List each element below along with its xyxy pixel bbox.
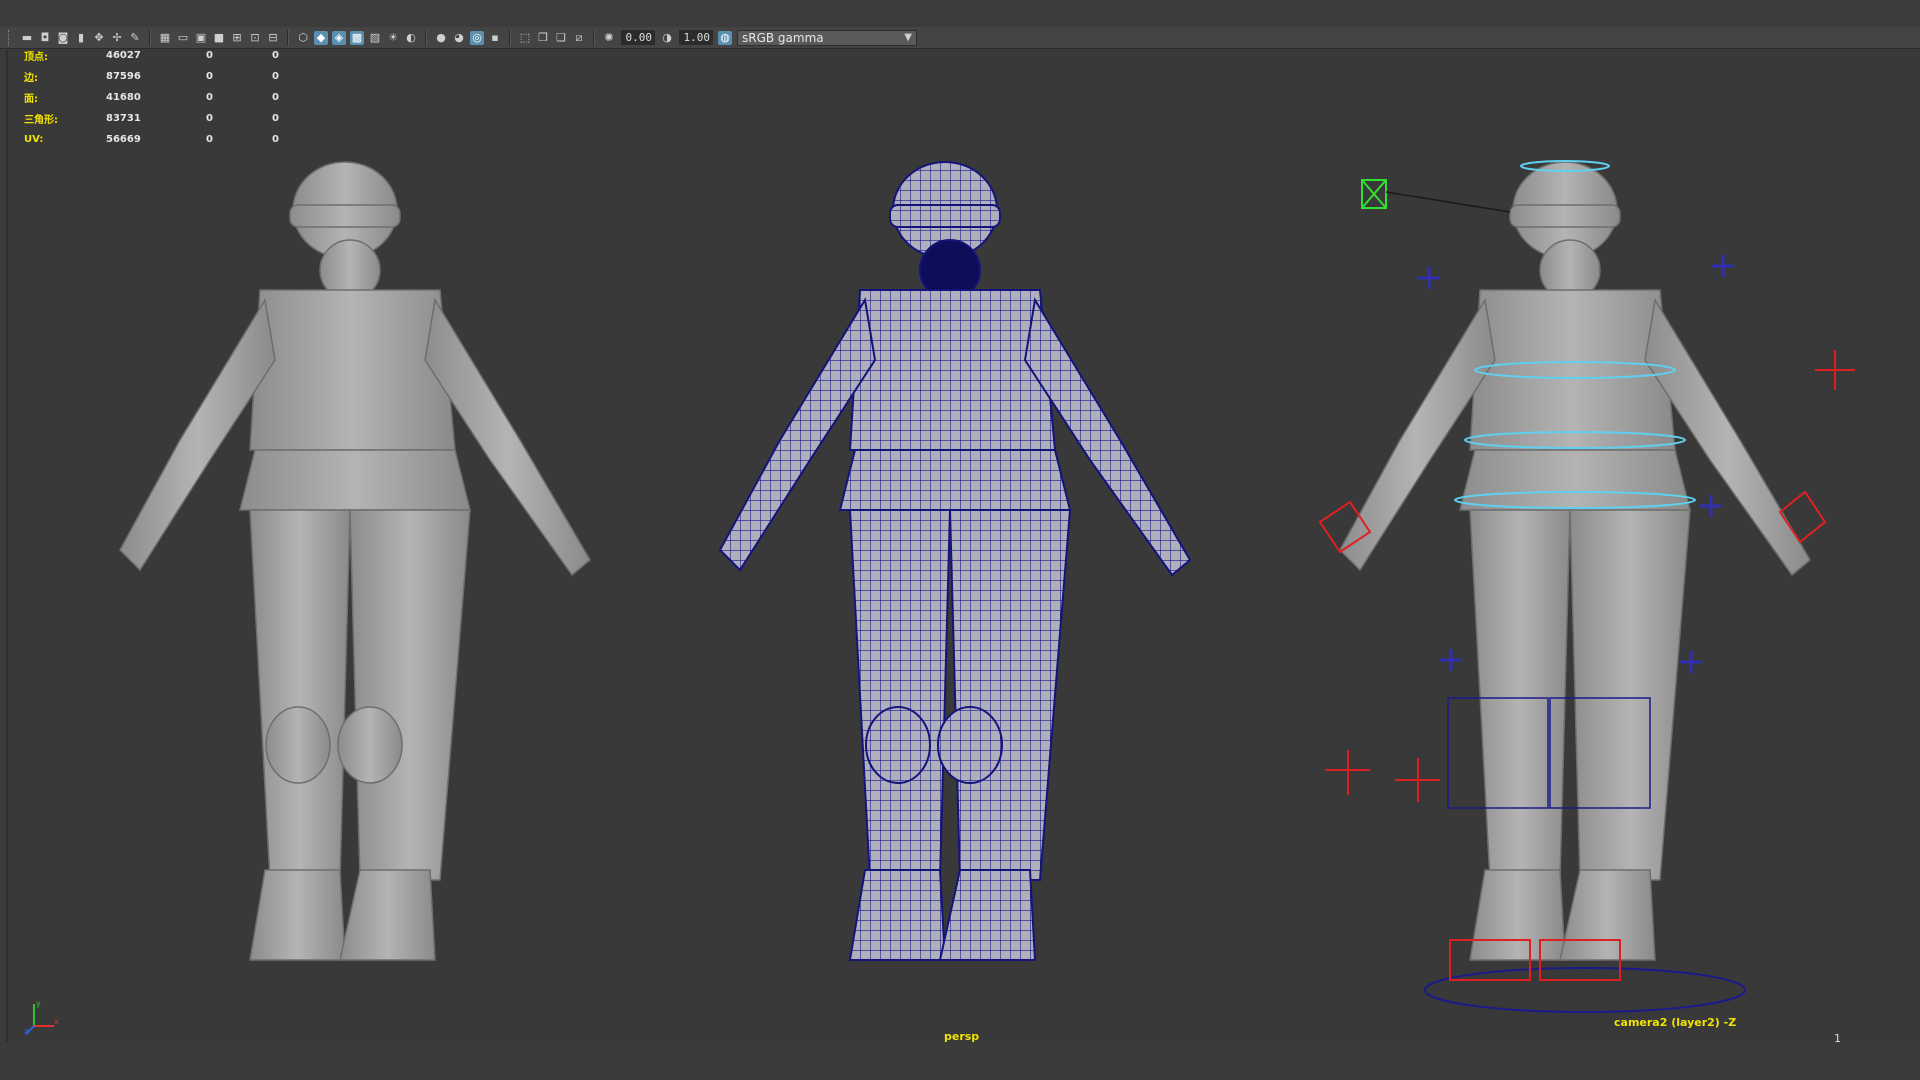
hud-row-uvs: UV: 56669 0 0 [24, 129, 338, 150]
toolbar-separator [287, 29, 289, 46]
wireframe-on-shaded-icon[interactable]: ◈ [332, 30, 346, 45]
safe-title-icon[interactable]: ⊟ [266, 31, 280, 45]
camera2-name-label: camera2 (layer2) -Z [1614, 1016, 1737, 1029]
poly-count-hud: 顶点: 46027 0 0 边: 87596 0 0 面: 41680 0 0 … [24, 45, 338, 150]
hud-component: 0 [272, 134, 279, 145]
film-gate-icon[interactable]: ▭ [176, 31, 190, 45]
xray-joints-icon[interactable]: ❏ [554, 31, 568, 45]
hud-selected: 0 [206, 50, 213, 61]
lights-icon[interactable]: ☀ [386, 31, 400, 45]
depth-of-field-icon[interactable]: ▪ [488, 31, 502, 45]
isolate-select-icon[interactable]: ⬚ [518, 31, 532, 45]
hud-component: 0 [272, 50, 279, 61]
resolution-gate-icon[interactable]: ▣ [194, 31, 208, 45]
toolbar-separator [425, 29, 427, 46]
gamma-field[interactable]: 1.00 [679, 30, 713, 45]
exposure-icon[interactable]: ✺ [602, 31, 616, 45]
toolbar-separator [149, 29, 151, 46]
hud-value: 46027 [106, 50, 141, 61]
hud-value: 56669 [106, 134, 141, 145]
hud-row-vertices: 顶点: 46027 0 0 [24, 45, 338, 66]
checker-icon[interactable]: ▧ [368, 31, 382, 45]
camera-attr-icon[interactable]: ◘ [38, 31, 52, 45]
bottom-strip [0, 1042, 1920, 1080]
grid-icon[interactable]: ▦ [158, 31, 172, 45]
hud-selected: 0 [206, 113, 213, 124]
view-transform-dropdown[interactable]: sRGB gamma ▼ [737, 29, 917, 46]
textured-icon[interactable]: ▩ [350, 30, 364, 45]
xray-icon[interactable]: ❐ [536, 31, 550, 45]
axis-x-label: x [54, 1017, 59, 1026]
hud-row-triangles: 三角形: 83731 0 0 [24, 108, 338, 129]
exposure-field[interactable]: 0.00 [621, 30, 655, 45]
shadows-icon[interactable]: ◐ [404, 31, 418, 45]
image-plane-icon[interactable]: ▮ [74, 31, 88, 45]
gamma-icon[interactable]: ◑ [660, 31, 674, 45]
hud-row-faces: 面: 41680 0 0 [24, 87, 338, 108]
hud-component: 0 [272, 92, 279, 103]
camera-icon[interactable]: ▬ [20, 31, 34, 45]
gate-mask-icon[interactable]: ■ [212, 31, 226, 45]
wireframe-soldier-model[interactable] [660, 150, 1260, 1010]
hud-value: 41680 [106, 92, 141, 103]
hud-selected: 0 [206, 134, 213, 145]
select-camera-icon[interactable]: ✥ [92, 31, 106, 45]
toolbar-grip[interactable] [8, 29, 12, 46]
field-chart-icon[interactable]: ⊞ [230, 31, 244, 45]
smooth-shade-icon[interactable]: ◆ [314, 30, 328, 45]
hud-label: 三角形: [24, 115, 58, 126]
hud-value: 83731 [106, 113, 141, 124]
xray-components-icon[interactable]: ⧄ [572, 31, 586, 45]
pencil-icon[interactable]: ✎ [128, 31, 142, 45]
hud-value: 87596 [106, 71, 141, 82]
view-transform-value: sRGB gamma [742, 30, 824, 45]
toolbar-separator [509, 29, 511, 46]
axis-y-label: y [36, 999, 41, 1008]
ambient-occlusion-icon[interactable]: ● [434, 31, 448, 45]
bookmark-icon[interactable]: ◙ [56, 31, 70, 45]
hud-component: 0 [272, 113, 279, 124]
color-mgmt-icon[interactable]: ◍ [718, 30, 732, 45]
axis-gizmo: y x z [24, 999, 59, 1036]
antialias-icon[interactable]: ◎ [470, 30, 484, 45]
hud-selected: 0 [206, 71, 213, 82]
hud-label: 边: [24, 73, 38, 84]
chevron-down-icon: ▼ [904, 32, 912, 43]
tumble-icon[interactable]: ✢ [110, 31, 124, 45]
hud-label: UV: [24, 134, 44, 145]
hud-selected: 0 [206, 92, 213, 103]
toolbar-separator [593, 29, 595, 46]
hud-component: 0 [272, 71, 279, 82]
hud-label: 面: [24, 94, 38, 105]
motion-blur-icon[interactable]: ◕ [452, 31, 466, 45]
hud-label: 顶点: [24, 52, 48, 63]
wireframe-icon[interactable]: ⬡ [296, 31, 310, 45]
shaded-soldier-model[interactable] [60, 150, 660, 1010]
top-menu-strip [0, 0, 1920, 27]
axis-z-label: z [24, 1027, 28, 1036]
safe-action-icon[interactable]: ⊡ [248, 31, 262, 45]
hud-row-edges: 边: 87596 0 0 [24, 66, 338, 87]
rigged-soldier-model[interactable] [1260, 150, 1880, 1030]
